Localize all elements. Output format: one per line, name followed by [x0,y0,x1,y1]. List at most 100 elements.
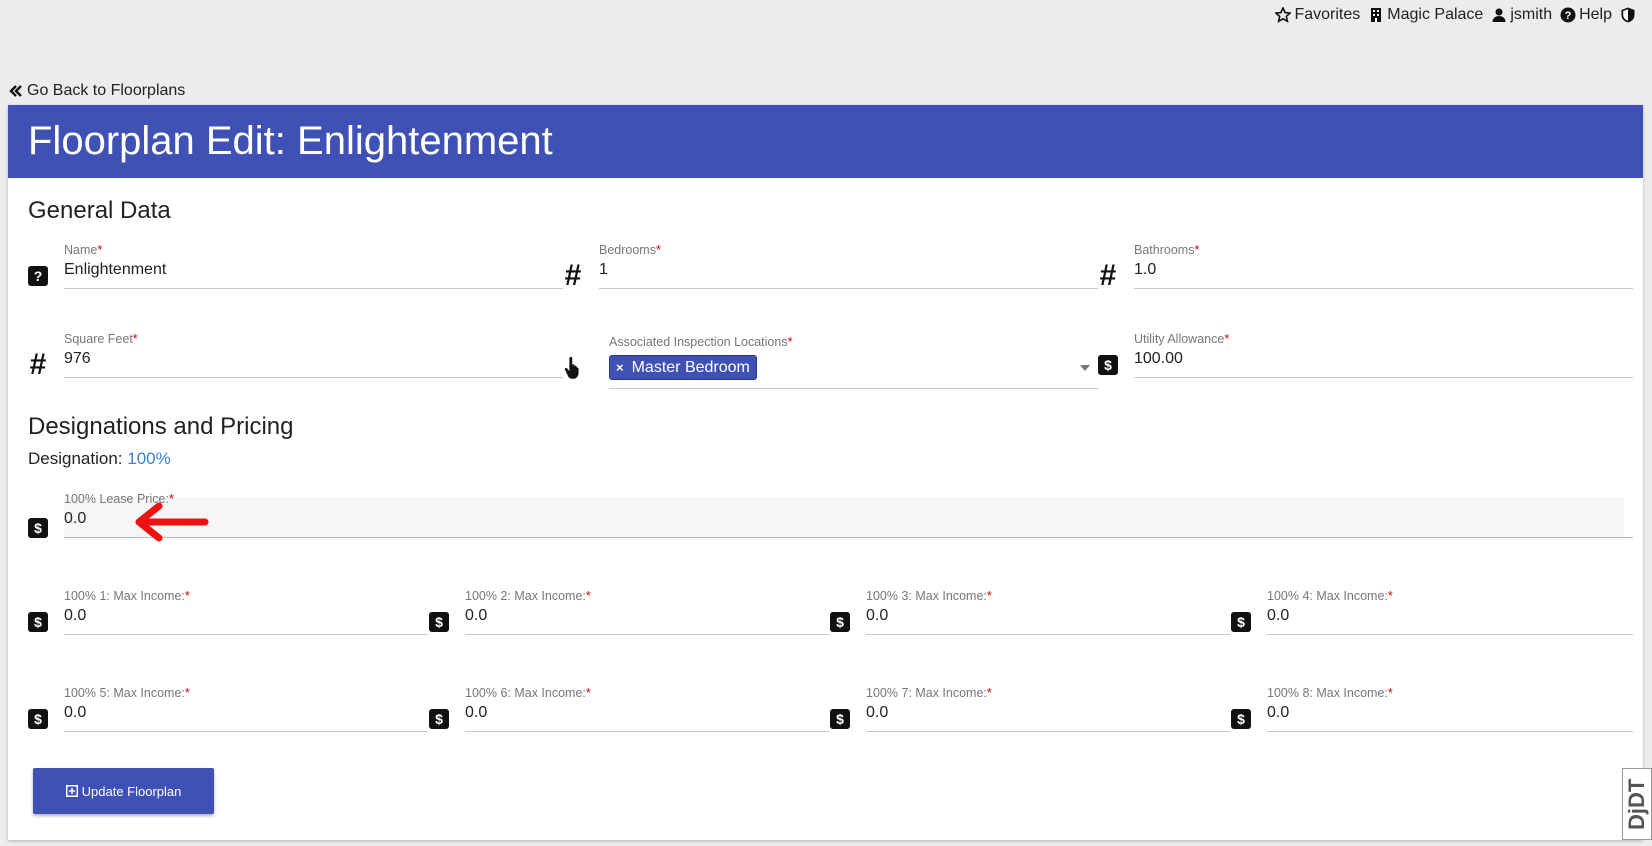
back-link-label: Go Back to Floorplans [27,82,186,99]
double-chevron-left-icon [9,85,22,97]
required-mark: * [1387,686,1393,700]
update-floorplan-label: Update Floorplan [81,783,182,799]
required-mark: * [787,335,793,349]
top-nav: Favorites Magic Palace jsmith ? Help [1275,6,1636,24]
input-underline [866,634,1230,635]
lease-price-input[interactable]: 0.0 [64,510,86,528]
dollar-icon: $ [1231,709,1251,729]
hash-icon: # [1099,259,1117,292]
required-mark: * [585,589,591,603]
chip-label: Master Bedroom [631,358,750,376]
building-icon [1371,8,1382,22]
max-income-6-field: $ 100% 6: Max Income:* 0.0 [429,686,829,740]
shield-icon [1621,7,1635,23]
max-income-1-input[interactable]: 0.0 [64,607,86,625]
designation-value[interactable]: 100% [127,449,170,468]
bathrooms-input[interactable]: 1.0 [1134,261,1156,279]
input-underline [1134,377,1633,378]
input-underline [1134,288,1633,289]
square-feet-input[interactable]: 976 [64,350,91,368]
max-income-5-field: $ 100% 5: Max Income:* 0.0 [28,686,428,740]
required-mark: * [986,589,992,603]
utility-allowance-field: $ Utility Allowance* 100.00 [1098,332,1633,386]
input-underline [64,288,563,289]
update-floorplan-button[interactable]: Update Floorplan [33,768,214,814]
input-underline [465,731,829,732]
max-income-2-input[interactable]: 0.0 [465,607,487,625]
back-to-floorplans-link[interactable]: Go Back to Floorplans [9,82,185,100]
bedrooms-label: Bedrooms [599,243,656,257]
max-income-7-field: $ 100% 7: Max Income:* 0.0 [830,686,1230,740]
dollar-icon: $ [28,518,48,538]
user-link[interactable]: jsmith [1491,6,1552,24]
dollar-icon: $ [830,612,850,632]
max-income-5-input[interactable]: 0.0 [64,704,86,722]
max-income-8-field: $ 100% 8: Max Income:* 0.0 [1231,686,1633,740]
dollar-icon: $ [28,709,48,729]
dropdown-caret-icon[interactable] [1080,365,1090,371]
required-mark: * [1224,332,1230,346]
max-income-6-input[interactable]: 0.0 [465,704,487,722]
max-income-label: 100% 5: Max Income: [64,686,185,700]
required-mark: * [184,686,190,700]
help-label: Help [1579,6,1612,23]
debug-toolbar-toggle[interactable]: DjDT [1622,768,1652,840]
input-underline [64,731,428,732]
input-underline [1267,731,1633,732]
max-income-3-field: $ 100% 3: Max Income:* 0.0 [830,589,1230,643]
square-feet-field: # Square Feet* 976 [28,332,563,386]
input-underline [64,634,428,635]
favorites-link[interactable]: Favorites [1275,6,1360,24]
inspection-locations-label: Associated Inspection Locations [609,335,788,349]
svg-text:?: ? [1565,10,1572,22]
property-label: Magic Palace [1387,6,1484,23]
hash-icon: # [29,348,47,381]
dollar-icon: $ [1231,612,1251,632]
annotation-arrow-icon [135,502,209,542]
max-income-label: 100% 4: Max Income: [1267,589,1388,603]
user-icon [1492,8,1506,22]
required-mark: * [655,243,661,257]
designation-line: Designation: 100% [28,449,171,469]
bedrooms-field: # Bedrooms* 1 [563,243,1098,297]
max-income-3-input[interactable]: 0.0 [866,607,888,625]
dollar-icon: $ [28,612,48,632]
general-data-heading: General Data [28,197,171,224]
required-mark: * [184,589,190,603]
inspection-locations-field: Associated Inspection Locations* × Maste… [563,335,1098,395]
hash-icon: # [564,259,582,292]
utility-allowance-label: Utility Allowance [1134,332,1225,346]
max-income-7-input[interactable]: 0.0 [866,704,888,722]
bathrooms-label: Bathrooms [1134,243,1195,257]
property-link[interactable]: Magic Palace [1368,6,1483,24]
select-underline[interactable] [609,388,1098,389]
max-income-1-field: $ 100% 1: Max Income:* 0.0 [28,589,428,643]
bathrooms-field: # Bathrooms* 1.0 [1098,243,1633,297]
input-underline [64,377,563,378]
max-income-label: 100% 6: Max Income: [465,686,586,700]
max-income-label: 100% 3: Max Income: [866,589,987,603]
max-income-8-input[interactable]: 0.0 [1267,704,1289,722]
required-mark: * [132,332,138,346]
utility-allowance-input[interactable]: 100.00 [1134,350,1183,368]
square-feet-label: Square Feet [64,332,133,346]
required-mark: * [986,686,992,700]
favorites-label: Favorites [1294,6,1361,23]
max-income-label: 100% 2: Max Income: [465,589,586,603]
help-link[interactable]: ? Help [1560,6,1612,24]
page-title: Floorplan Edit: Enlightenment [8,105,1643,178]
input-underline [599,288,1098,289]
max-income-4-field: $ 100% 4: Max Income:* 0.0 [1231,589,1633,643]
designations-heading: Designations and Pricing [28,413,294,440]
question-icon: ? [28,266,48,286]
max-income-4-input[interactable]: 0.0 [1267,607,1289,625]
name-input[interactable]: Enlightenment [64,261,166,279]
bedrooms-input[interactable]: 1 [599,261,608,279]
dollar-icon: $ [429,709,449,729]
star-icon [1275,7,1292,23]
name-field: ? Name* Enlightenment [28,243,563,297]
required-mark: * [585,686,591,700]
chip-remove-icon[interactable]: × [616,360,624,375]
admin-shield-link[interactable] [1620,7,1636,23]
designation-label: Designation: [28,449,123,468]
